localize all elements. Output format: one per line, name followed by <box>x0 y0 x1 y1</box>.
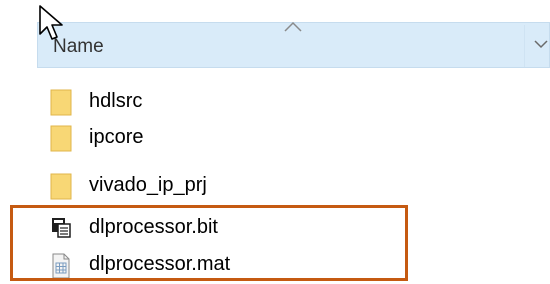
column-divider[interactable] <box>524 25 525 67</box>
mouse-cursor-icon <box>39 5 63 40</box>
list-item-hdlsrc[interactable]: hdlsrc <box>36 86 436 118</box>
folder-icon <box>50 125 72 152</box>
list-item-ipcore[interactable]: ipcore <box>36 122 436 154</box>
chevron-down-icon[interactable] <box>532 35 550 53</box>
file-name: hdlsrc <box>89 90 143 112</box>
sort-ascending-icon <box>284 21 302 32</box>
column-header-bar: Name <box>0 0 550 76</box>
name-column-header[interactable]: Name <box>37 21 550 68</box>
folder-icon <box>50 173 72 200</box>
file-name: ipcore <box>89 126 144 148</box>
list-item-vivado-ip-prj[interactable]: vivado_ip_prj <box>36 170 436 202</box>
folder-icon <box>50 89 72 116</box>
highlight-annotation-box <box>10 205 408 281</box>
file-name: vivado_ip_prj <box>89 174 207 196</box>
